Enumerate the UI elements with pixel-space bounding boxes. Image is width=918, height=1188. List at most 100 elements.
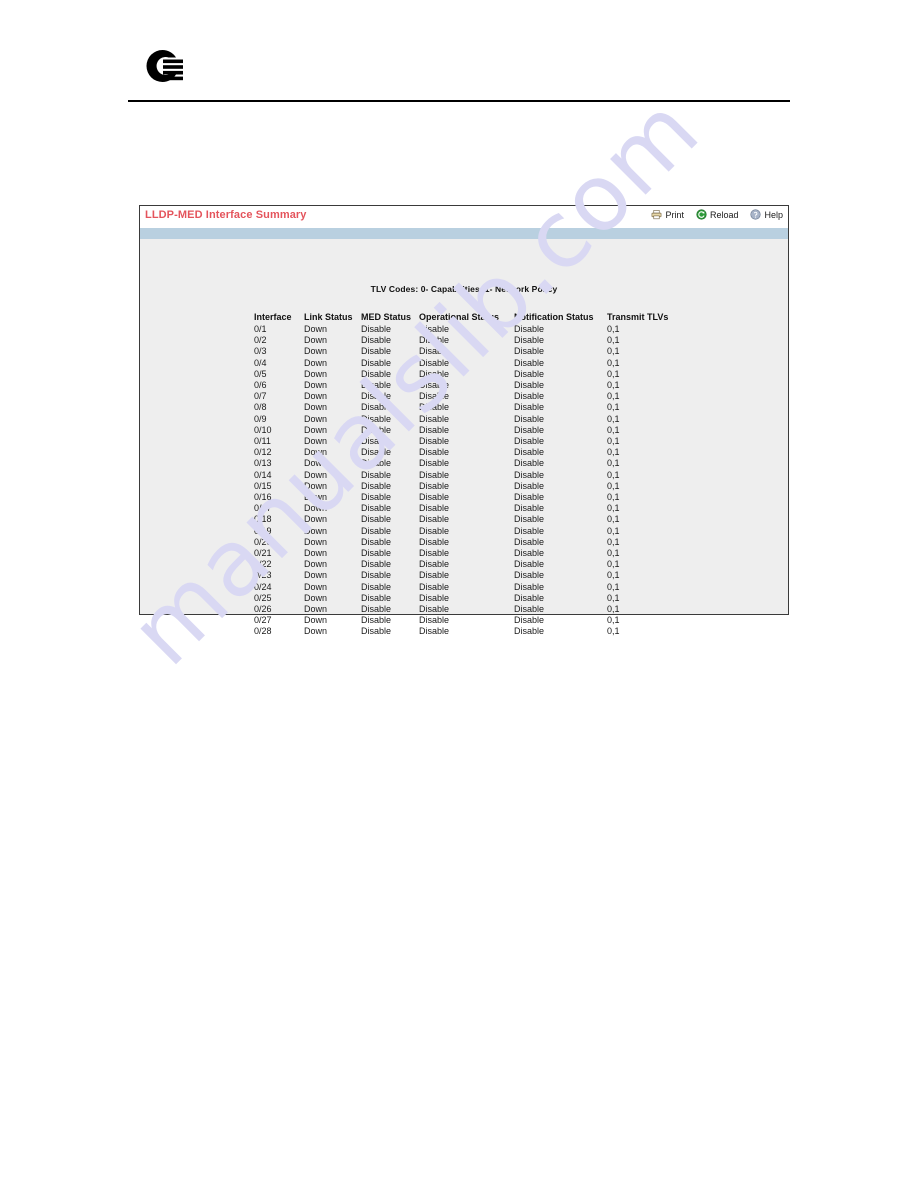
cell-operational-status: Disable	[419, 514, 450, 525]
table-row: 0/23 Down Disable Disable Disable 0,1	[254, 570, 668, 581]
cell-operational-status: Disable	[419, 447, 450, 458]
cell-med-status: Disable	[361, 548, 392, 559]
cell-operational-status: Disable	[419, 480, 450, 491]
cell-interface: 0/23	[254, 570, 272, 581]
panel-accent-bar	[140, 228, 788, 239]
cell-med-status: Disable	[361, 458, 392, 469]
cell-link-status: Down	[304, 346, 328, 357]
table-row: 0/21 Down Disable Disable Disable 0,1	[254, 548, 668, 559]
cell-notification-status: Disable	[514, 458, 545, 469]
cell-operational-status: Disable	[419, 604, 450, 615]
cell-interface: 0/19	[254, 525, 272, 536]
cell-link-status: Down	[304, 424, 328, 435]
cell-transmit-tlvs: 0,1	[607, 469, 620, 480]
cell-link-status: Down	[304, 368, 328, 379]
document-header	[0, 0, 918, 110]
cell-notification-status: Disable	[514, 626, 545, 637]
cell-operational-status: Disable	[419, 469, 450, 480]
cell-operational-status: Disable	[419, 536, 450, 547]
cell-notification-status: Disable	[514, 424, 545, 435]
table-row: 0/17 Down Disable Disable Disable 0,1	[254, 503, 668, 514]
table-row: 0/3 Down Disable Disable Disable 0,1	[254, 346, 668, 357]
help-button[interactable]: Help	[750, 209, 783, 220]
reload-icon	[696, 209, 707, 220]
cell-med-status: Disable	[361, 380, 392, 391]
cell-notification-status: Disable	[514, 447, 545, 458]
cell-interface: 0/9	[254, 413, 267, 424]
cell-transmit-tlvs: 0,1	[607, 548, 620, 559]
cell-transmit-tlvs: 0,1	[607, 447, 620, 458]
help-icon	[750, 209, 762, 220]
cell-med-status: Disable	[361, 559, 392, 570]
column-header-link-status: Link Status	[304, 312, 353, 322]
cell-operational-status: Disable	[419, 626, 450, 637]
cell-med-status: Disable	[361, 480, 392, 491]
cell-transmit-tlvs: 0,1	[607, 581, 620, 592]
cell-interface: 0/26	[254, 604, 272, 615]
cell-transmit-tlvs: 0,1	[607, 559, 620, 570]
cell-notification-status: Disable	[514, 581, 545, 592]
cell-interface: 0/5	[254, 368, 267, 379]
table-row: 0/2 Down Disable Disable Disable 0,1	[254, 335, 668, 346]
lldp-med-interface-summary-panel: LLDP-MED Interface Summary Print Reload …	[139, 205, 789, 636]
cell-med-status: Disable	[361, 503, 392, 514]
cell-med-status: Disable	[361, 514, 392, 525]
cell-notification-status: Disable	[514, 514, 545, 525]
cell-med-status: Disable	[361, 592, 392, 603]
cell-interface: 0/1	[254, 324, 267, 334]
table-row: 0/9 Down Disable Disable Disable 0,1	[254, 414, 668, 425]
cell-link-status: Down	[304, 380, 328, 391]
cell-link-status: Down	[304, 436, 328, 447]
table-row: 0/16 Down Disable Disable Disable 0,1	[254, 492, 668, 503]
printer-icon	[651, 209, 662, 220]
cell-notification-status: Disable	[514, 503, 545, 514]
cell-interface: 0/21	[254, 548, 272, 559]
cell-transmit-tlvs: 0,1	[607, 514, 620, 525]
cell-operational-status: Disable	[419, 424, 450, 435]
cell-operational-status: Disable	[419, 335, 450, 346]
cell-operational-status: Disable	[419, 492, 450, 503]
table-body: 0/1 Down Disable Disable Disable 0,1 0/2 Down Di…	[254, 324, 668, 638]
cell-interface: 0/22	[254, 559, 272, 570]
cell-interface: 0/15	[254, 480, 272, 491]
cell-operational-status: Disable	[419, 324, 450, 334]
cell-transmit-tlvs: 0,1	[607, 458, 620, 469]
cell-link-status: Down	[304, 525, 328, 536]
cell-operational-status: Disable	[419, 413, 450, 424]
table-row: 0/8 Down Disable Disable Disable 0,1	[254, 402, 668, 413]
table-row: 0/1 Down Disable Disable Disable 0,1	[254, 324, 668, 335]
cell-notification-status: Disable	[514, 436, 545, 447]
print-button[interactable]: Print	[651, 209, 684, 220]
table-row: 0/15 Down Disable Disable Disable 0,1	[254, 481, 668, 492]
cell-notification-status: Disable	[514, 324, 545, 334]
cell-interface: 0/14	[254, 469, 272, 480]
cell-med-status: Disable	[361, 357, 392, 368]
print-label: Print	[665, 209, 684, 220]
cell-link-status: Down	[304, 402, 328, 413]
cell-transmit-tlvs: 0,1	[607, 380, 620, 391]
table-row: 0/12 Down Disable Disable Disable 0,1	[254, 447, 668, 458]
table-row: 0/7 Down Disable Disable Disable 0,1	[254, 391, 668, 402]
cell-operational-status: Disable	[419, 436, 450, 447]
cell-link-status: Down	[304, 391, 328, 402]
cell-operational-status: Disable	[419, 346, 450, 357]
table-row: 0/18 Down Disable Disable Disable 0,1	[254, 514, 668, 525]
tlv-codes-note: TLV Codes: 0- Capabilities, 1- Network P…	[370, 284, 558, 294]
table-row: 0/5 Down Disable Disable Disable 0,1	[254, 369, 668, 380]
cell-med-status: Disable	[361, 391, 392, 402]
cell-transmit-tlvs: 0,1	[607, 536, 620, 547]
cell-med-status: Disable	[361, 469, 392, 480]
panel-body: TLV Codes: 0- Capabilities, 1- Network P…	[140, 239, 788, 636]
table-row: 0/26 Down Disable Disable Disable 0,1	[254, 604, 668, 615]
table-row: 0/20 Down Disable Disable Disable 0,1	[254, 537, 668, 548]
lldp-med-interface-table: Interface Link Status MED Status Operati…	[254, 312, 668, 638]
panel-titlebar: LLDP-MED Interface Summary Print Reload …	[140, 206, 788, 228]
cell-transmit-tlvs: 0,1	[607, 604, 620, 615]
cell-transmit-tlvs: 0,1	[607, 615, 620, 626]
cell-link-status: Down	[304, 469, 328, 480]
cell-notification-status: Disable	[514, 346, 545, 357]
cell-med-status: Disable	[361, 368, 392, 379]
cell-med-status: Disable	[361, 413, 392, 424]
reload-button[interactable]: Reload	[696, 209, 738, 220]
cell-interface: 0/24	[254, 581, 272, 592]
